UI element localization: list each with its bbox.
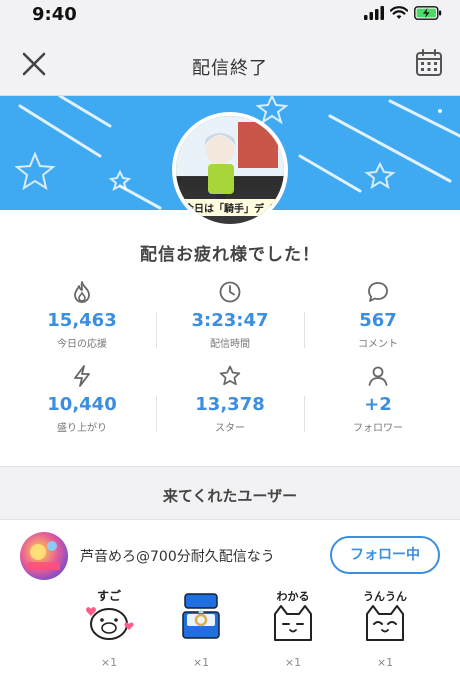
stat-label: 配信時間 (210, 339, 250, 350)
stat-label: 盛り上がり (57, 423, 107, 434)
sticker-text: うんうん (363, 590, 407, 603)
status-time: 9:40 (32, 4, 77, 25)
stats-row: 15,463 今日の応援 3:23:47 配信時間 567 コメント (8, 278, 452, 362)
stat-duration: 3:23:47 配信時間 (156, 278, 304, 362)
pig-sugoi-sticker-icon: すご (86, 588, 134, 640)
sticker-count: ×1 (284, 656, 302, 669)
stat-label: フォロワー (353, 423, 403, 434)
follow-button[interactable]: フォロー中 (330, 536, 440, 574)
avatar-image: 今日は「騎手」デノ (176, 116, 284, 224)
flame-icon (74, 281, 90, 303)
wifi-icon (390, 6, 408, 19)
star-icon (219, 365, 241, 386)
user-avatar[interactable] (20, 532, 68, 580)
stat-cheers: 15,463 今日の応援 (8, 278, 156, 362)
stat-comments: 567 コメント (304, 278, 452, 362)
avatar-image-icon (28, 541, 60, 570)
avatar-caption: 今日は「騎手」デノ (182, 199, 278, 216)
person-icon (368, 366, 388, 386)
sticker-item: ×1 (166, 586, 236, 669)
calendar-button[interactable] (414, 48, 444, 78)
clock-icon (219, 281, 241, 303)
stat-label: コメント (358, 339, 398, 350)
cat-unun-sticker-icon: うんうん (363, 590, 407, 641)
stat-value: 567 (359, 310, 397, 331)
user-name[interactable]: 芦音めろ@700分耐久配信なう (80, 546, 275, 566)
sticker-count: ×1 (376, 656, 394, 669)
page-title: 配信終了 (192, 58, 268, 79)
status-bar: 9:40 (0, 0, 460, 30)
stat-value: 3:23:47 (191, 310, 269, 331)
sticker-text: すご (97, 588, 122, 603)
stats-grid: 15,463 今日の応援 3:23:47 配信時間 567 コメント 10,44… (8, 278, 452, 446)
sticker-item: すご ×1 (74, 586, 144, 669)
sticker-count: ×1 (100, 656, 118, 669)
stat-value: 13,378 (195, 394, 265, 415)
comment-icon (368, 282, 388, 302)
nav-bar: 配信終了 (0, 30, 460, 96)
bolt-icon (74, 365, 90, 387)
sticker-item: わかる ×1 (258, 586, 328, 669)
sticker-list: すご ×1 ×1 わかる ×1 うんうん ×1 (0, 586, 460, 680)
stat-followers: +2 フォロワー (304, 362, 452, 446)
streamer-avatar: 今日は「騎手」デノ (172, 112, 288, 228)
ring-box-sticker-icon (182, 593, 220, 639)
sticker-text: わかる (277, 590, 310, 603)
stat-excitement: 10,440 盛り上がり (8, 362, 156, 446)
stat-stars: 13,378 スター (156, 362, 304, 446)
thanks-message: 配信お疲れ様でした！ (140, 245, 320, 265)
stat-value: +2 (364, 394, 392, 415)
sticker-item: うんうん ×1 (350, 586, 420, 669)
calendar-icon (416, 49, 442, 76)
cat-wakaru-sticker-icon: わかる (274, 590, 312, 641)
list-item[interactable]: 芦音めろ@700分耐久配信なう フォロー中 (0, 520, 460, 592)
sticker-count: ×1 (192, 656, 210, 669)
stat-label: 今日の応援 (57, 339, 107, 350)
stats-row: 10,440 盛り上がり 13,378 スター +2 フォロワー (8, 362, 452, 446)
stat-label: スター (215, 423, 245, 434)
status-icons (364, 6, 442, 20)
stat-value: 10,440 (47, 394, 117, 415)
visitors-section-header: 来てくれたユーザー (0, 466, 460, 520)
battery-charging-icon (414, 6, 442, 20)
signal-icon (364, 6, 384, 20)
section-title: 来てくれたユーザー (162, 487, 298, 505)
stat-value: 15,463 (47, 310, 117, 331)
